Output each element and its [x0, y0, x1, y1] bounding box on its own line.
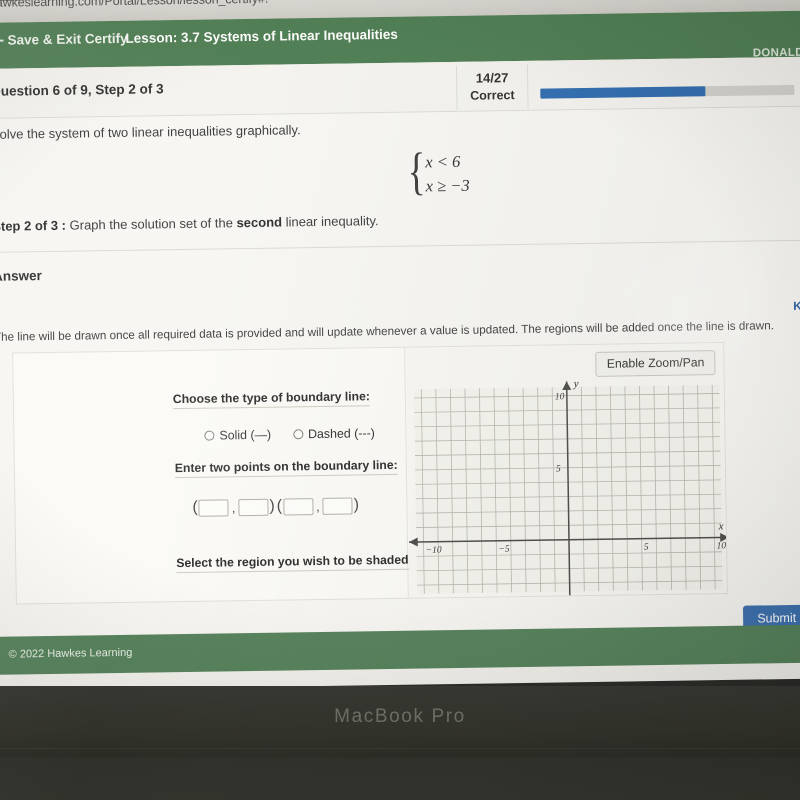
answer-panel: Choose the type of boundary line: Solid …	[12, 341, 728, 605]
copyright-text: © 2022 Hawkes Learning	[8, 646, 133, 661]
svg-text:5: 5	[556, 464, 561, 474]
progress-bar-fill	[540, 86, 706, 99]
coordinate-plane-svg[interactable]: −10 −5 5 10 5 10 x y	[407, 379, 727, 598]
point1-y-input[interactable]	[238, 498, 269, 516]
answer-hint-text: The line will be drawn once all required…	[0, 319, 774, 344]
url-text: hawkeslearning.com/Portal/Lesson/lesson_…	[0, 0, 269, 10]
lesson-title: Lesson: 3.7 Systems of Linear Inequaliti…	[125, 26, 398, 46]
boundary-type-radio-group: Solid (—) Dashed (---)	[204, 426, 375, 443]
point1-x-input[interactable]	[198, 498, 229, 517]
laptop-bezel: MacBook Pro	[0, 686, 800, 800]
points-input-row: ( , ) ( , )	[191, 496, 360, 517]
comma-1: ,	[231, 499, 236, 515]
boundary-form-column: Choose the type of boundary line: Solid …	[13, 347, 413, 604]
step-text-a: Graph the solution set of the	[69, 215, 233, 233]
score-caption: Correct	[470, 88, 515, 103]
inequality-line-1: x < 6	[425, 151, 461, 172]
step-instruction: Step 2 of 3 : Graph the solution set of …	[0, 213, 379, 234]
device-model-text: MacBook Pro	[334, 706, 466, 727]
point2-x-input[interactable]	[282, 497, 314, 516]
open-paren-2: (	[276, 497, 283, 515]
back-arrow-icon[interactable]	[0, 39, 4, 42]
svg-text:10: 10	[555, 392, 565, 402]
step-emphasis: second	[236, 214, 283, 231]
comma-2: ,	[315, 498, 320, 514]
score-cell: 14/27 Correct	[455, 64, 529, 110]
enable-zoom-pan-button[interactable]: Enable Zoom/Pan	[595, 350, 716, 377]
radio-option-dashed[interactable]: Dashed (---)	[292, 426, 375, 442]
system-brace: {	[407, 143, 426, 201]
radio-label-dashed: Dashed (---)	[307, 426, 375, 442]
boundary-type-label: Choose the type of boundary line:	[172, 389, 371, 410]
close-paren-2: )	[353, 496, 360, 514]
keypad-link[interactable]: Ke	[793, 299, 800, 313]
select-region-label: Select the region you wish to be shaded:	[176, 552, 413, 574]
radio-label-solid: Solid (—)	[219, 427, 272, 443]
score-fraction: 14/27	[475, 70, 509, 86]
svg-text:y: y	[573, 379, 579, 390]
inequality-line-2: x ≥ −3	[425, 175, 470, 196]
step-prefix: Step 2 of 3 :	[0, 217, 67, 234]
radio-option-solid[interactable]: Solid (—)	[204, 428, 271, 443]
question-card: Solve the system of two linear inequalit…	[0, 106, 800, 637]
svg-text:10: 10	[716, 541, 726, 551]
laptop-photo: hawkeslearning.com/Portal/Lesson/lesson_…	[0, 0, 800, 800]
svg-text:5: 5	[644, 543, 649, 553]
enter-points-label: Enter two points on the boundary line:	[174, 457, 398, 479]
svg-text:x: x	[718, 520, 724, 532]
save-and-exit-button[interactable]: Save & Exit Certify	[7, 31, 127, 48]
question-step-label: Question 6 of 9, Step 2 of 3	[0, 81, 164, 99]
coordinate-graph[interactable]: −10 −5 5 10 5 10 x y	[407, 379, 727, 598]
browser-screen: hawkeslearning.com/Portal/Lesson/lesson_…	[0, 0, 800, 691]
progress-bar-track	[540, 84, 795, 99]
svg-text:−5: −5	[498, 545, 510, 555]
radio-icon-solid[interactable]	[204, 430, 215, 441]
question-prompt: Solve the system of two linear inequalit…	[0, 122, 301, 142]
svg-text:−10: −10	[426, 546, 442, 556]
answer-heading: Answer	[0, 268, 42, 284]
inequality-system: { x < 6 x ≥ −3	[407, 143, 547, 200]
radio-icon-dashed[interactable]	[292, 429, 304, 440]
section-divider	[0, 239, 800, 253]
graph-column: Enable Zoom/Pan −10 −5 5 10 5 10 x y	[406, 342, 727, 598]
point2-y-input[interactable]	[322, 497, 353, 515]
step-text-b: linear inequality.	[285, 213, 379, 230]
